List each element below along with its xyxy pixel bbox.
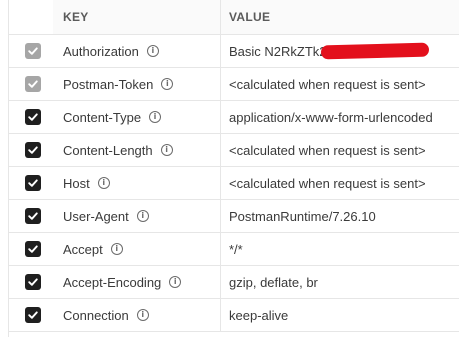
- row-enabled-checkbox[interactable]: [25, 307, 41, 323]
- header-value-cell[interactable]: application/x-www-form-urlencoded: [221, 101, 459, 133]
- header-value-cell[interactable]: */*: [221, 233, 459, 265]
- header-key-cell[interactable]: Accept-Encoding i: [53, 266, 221, 298]
- header-key-label: Authorization: [63, 43, 139, 59]
- header-key-label: Host: [63, 175, 90, 191]
- table-row: Accept i */*: [9, 233, 459, 266]
- header-key-cell[interactable]: User-Agent i: [53, 200, 221, 232]
- header-value-text: <calculated when request is sent>: [229, 175, 426, 191]
- info-icon[interactable]: i: [146, 45, 159, 57]
- table-row: Host i <calculated when request is sent>: [9, 167, 459, 200]
- header-key-label: Connection: [63, 307, 129, 323]
- headers-table: KEY VALUE Authorization i Basic N2RkZTk2 Po…: [8, 0, 459, 332]
- header-check-cell: [9, 0, 53, 34]
- header-value-text: */*: [229, 241, 243, 257]
- row-checkbox-cell: [9, 233, 53, 265]
- row-checkbox-cell: [9, 266, 53, 298]
- header-value-text: keep-alive: [229, 307, 289, 323]
- info-icon[interactable]: i: [160, 144, 173, 156]
- header-key-cell[interactable]: Connection i: [53, 299, 221, 331]
- header-key-cell[interactable]: Host i: [53, 167, 221, 199]
- info-icon[interactable]: i: [136, 210, 149, 222]
- header-value-text: gzip, deflate, br: [229, 274, 318, 290]
- checkmark-icon: [28, 146, 38, 154]
- checkmark-icon: [28, 179, 38, 187]
- header-key-cell[interactable]: Postman-Token i: [53, 68, 221, 100]
- table-body: Authorization i Basic N2RkZTk2 Postman-Toke…: [9, 35, 459, 332]
- row-checkbox-cell: [9, 167, 53, 199]
- row-enabled-checkbox: [25, 76, 41, 92]
- header-key-cell[interactable]: Content-Type i: [53, 101, 221, 133]
- row-enabled-checkbox[interactable]: [25, 175, 41, 191]
- checkmark-icon: [28, 212, 38, 220]
- row-enabled-checkbox[interactable]: [25, 109, 41, 125]
- row-enabled-checkbox[interactable]: [25, 142, 41, 158]
- checkmark-icon: [28, 278, 38, 286]
- header-key-cell[interactable]: Authorization i: [53, 35, 221, 67]
- header-key-label: User-Agent: [63, 208, 129, 224]
- info-icon[interactable]: i: [169, 276, 182, 288]
- checkmark-icon: [28, 80, 38, 88]
- row-checkbox-cell: [9, 35, 53, 67]
- table-row: Authorization i Basic N2RkZTk2: [9, 35, 459, 68]
- row-checkbox-cell: [9, 200, 53, 232]
- header-value-cell[interactable]: gzip, deflate, br: [221, 266, 459, 298]
- checkmark-icon: [28, 311, 38, 319]
- info-icon[interactable]: i: [149, 111, 162, 123]
- header-key-cell[interactable]: Content-Length i: [53, 134, 221, 166]
- header-key-label: Postman-Token: [63, 76, 154, 92]
- checkmark-icon: [28, 245, 38, 253]
- info-icon[interactable]: i: [97, 177, 110, 189]
- row-enabled-checkbox[interactable]: [25, 274, 41, 290]
- table-row: Connection i keep-alive: [9, 299, 459, 332]
- header-value-text: <calculated when request is sent>: [229, 76, 426, 92]
- header-value-text: PostmanRuntime/7.26.10: [229, 208, 376, 224]
- header-key-label: Content-Length: [63, 142, 153, 158]
- header-value-text: <calculated when request is sent>: [229, 142, 426, 158]
- row-enabled-checkbox[interactable]: [25, 241, 41, 257]
- table-row: User-Agent i PostmanRuntime/7.26.10: [9, 200, 459, 233]
- row-checkbox-cell: [9, 101, 53, 133]
- row-enabled-checkbox: [25, 43, 41, 59]
- header-value-text: Basic N2RkZTk2: [229, 43, 327, 59]
- header-key-label: Content-Type: [63, 109, 142, 125]
- table-trailing-border: [8, 331, 459, 337]
- row-checkbox-cell: [9, 68, 53, 100]
- table-row: Postman-Token i <calculated when request i…: [9, 68, 459, 101]
- header-value-cell[interactable]: <calculated when request is sent>: [221, 134, 459, 166]
- header-value-cell[interactable]: Basic N2RkZTk2: [221, 35, 459, 67]
- checkmark-icon: [28, 113, 38, 121]
- info-icon[interactable]: i: [136, 309, 149, 321]
- header-value-cell[interactable]: PostmanRuntime/7.26.10: [221, 200, 459, 232]
- info-icon[interactable]: i: [161, 78, 174, 90]
- column-header-value: VALUE: [221, 0, 459, 34]
- row-enabled-checkbox[interactable]: [25, 208, 41, 224]
- header-value-cell[interactable]: <calculated when request is sent>: [221, 68, 459, 100]
- header-key-label: Accept-Encoding: [63, 274, 162, 290]
- header-key-label: Accept: [63, 241, 103, 257]
- row-checkbox-cell: [9, 134, 53, 166]
- header-key-cell[interactable]: Accept i: [53, 233, 221, 265]
- checkmark-icon: [28, 47, 38, 55]
- table-row: Content-Type i application/x-www-form-urle…: [9, 101, 459, 134]
- header-value-cell[interactable]: <calculated when request is sent>: [221, 167, 459, 199]
- row-checkbox-cell: [9, 299, 53, 331]
- table-row: Content-Length i <calculated when request …: [9, 134, 459, 167]
- header-value-cell[interactable]: keep-alive: [221, 299, 459, 331]
- column-header-key: KEY: [53, 0, 221, 34]
- table-row: Accept-Encoding i gzip, deflate, br: [9, 266, 459, 299]
- table-header-row: KEY VALUE: [9, 0, 459, 35]
- header-value-text: application/x-www-form-urlencoded: [229, 109, 433, 125]
- info-icon[interactable]: i: [110, 243, 123, 255]
- redaction-mark: [320, 42, 429, 60]
